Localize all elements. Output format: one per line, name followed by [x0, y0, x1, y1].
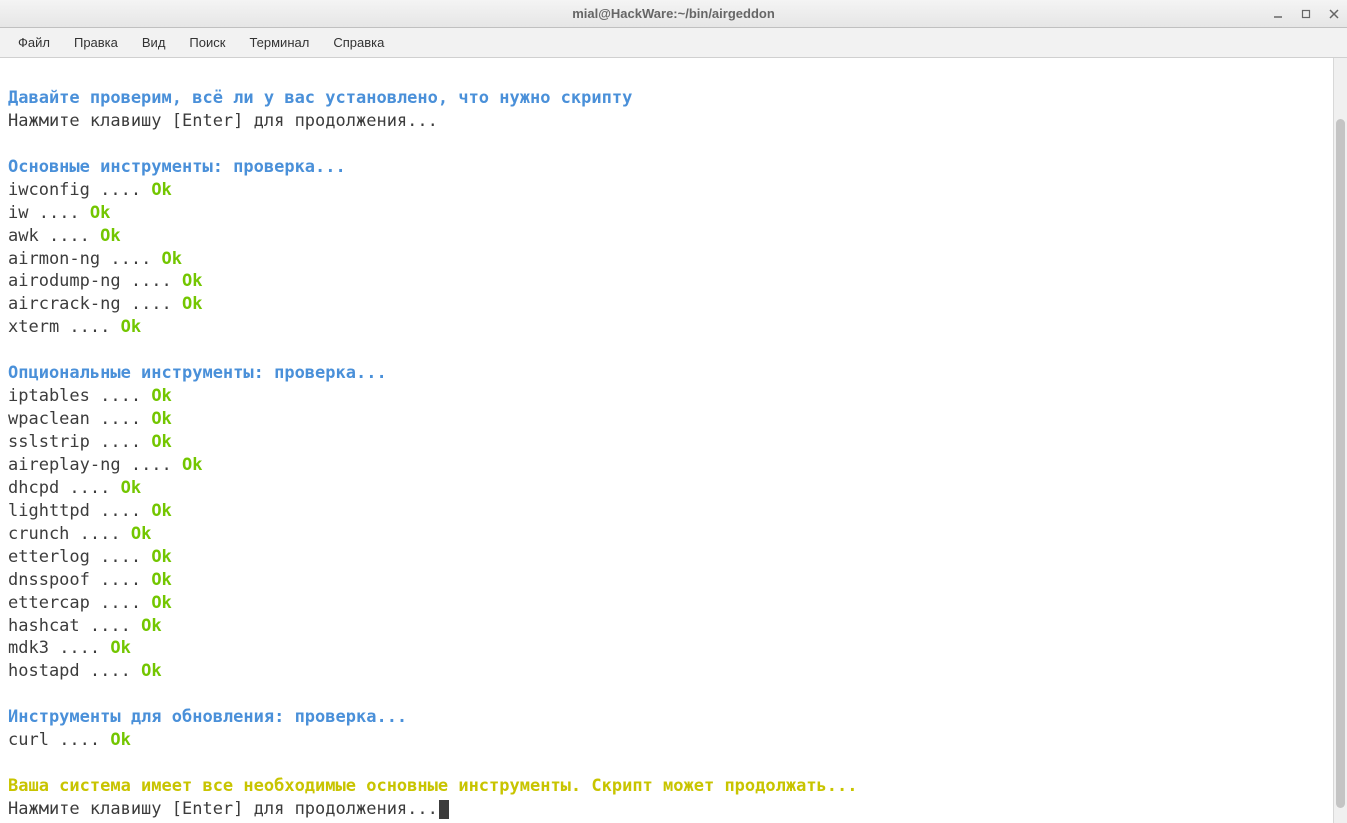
tool-name: lighttpd: [8, 501, 90, 521]
tool-name: hostapd: [8, 661, 80, 681]
terminal-line: Инструменты для обновления: проверка...: [8, 706, 1339, 729]
terminal-line: hashcat .... Ok: [8, 615, 1339, 638]
status-ok: Ok: [162, 249, 182, 269]
terminal-line: Нажмите клавишу [Enter] для продолжения.…: [8, 798, 1339, 821]
tool-name: iwconfig: [8, 180, 90, 200]
tool-name: aireplay-ng: [8, 455, 121, 475]
terminal-line: aireplay-ng .... Ok: [8, 454, 1339, 477]
terminal-output[interactable]: Давайте проверим, всё ли у вас установле…: [0, 58, 1347, 823]
tool-name: dhcpd: [8, 478, 59, 498]
window-controls: [1271, 0, 1341, 27]
terminal-line: hostapd .... Ok: [8, 660, 1339, 683]
window-titlebar: mial@HackWare:~/bin/airgeddon: [0, 0, 1347, 28]
status-ok: Ok: [100, 226, 120, 246]
menu-help[interactable]: Справка: [323, 31, 394, 54]
status-ok: Ok: [90, 203, 110, 223]
tool-name: xterm: [8, 317, 59, 337]
terminal-line: lighttpd .... Ok: [8, 500, 1339, 523]
menu-edit[interactable]: Правка: [64, 31, 128, 54]
tool-name: mdk3: [8, 638, 49, 658]
tool-name: sslstrip: [8, 432, 90, 452]
menu-file[interactable]: Файл: [8, 31, 60, 54]
terminal-line: aircrack-ng .... Ok: [8, 293, 1339, 316]
menu-search[interactable]: Поиск: [179, 31, 235, 54]
tool-name: iw: [8, 203, 28, 223]
tool-name: dnsspoof: [8, 570, 90, 590]
window-title: mial@HackWare:~/bin/airgeddon: [572, 6, 775, 21]
terminal-line: xterm .... Ok: [8, 316, 1339, 339]
status-ok: Ok: [151, 547, 171, 567]
terminal-line: crunch .... Ok: [8, 523, 1339, 546]
menu-terminal[interactable]: Терминал: [239, 31, 319, 54]
status-ok: Ok: [131, 524, 151, 544]
terminal-line: etterlog .... Ok: [8, 546, 1339, 569]
status-ok: Ok: [151, 180, 171, 200]
terminal-blank-line: [8, 683, 1339, 706]
status-ok: Ok: [151, 570, 171, 590]
terminal-line: ettercap .... Ok: [8, 592, 1339, 615]
tool-name: aircrack-ng: [8, 294, 121, 314]
terminal-line: Основные инструменты: проверка...: [8, 156, 1339, 179]
terminal-blank-line: [8, 752, 1339, 775]
terminal-blank-line: [8, 64, 1339, 87]
prompt-continue: Нажмите клавишу [Enter] для продолжения.…: [8, 799, 438, 819]
status-ok: Ok: [151, 432, 171, 452]
status-ok: Ok: [110, 730, 130, 750]
status-ok: Ok: [141, 616, 161, 636]
terminal-line: curl .... Ok: [8, 729, 1339, 752]
prompt-continue: Нажмите клавишу [Enter] для продолжения.…: [8, 111, 438, 131]
tool-name: hashcat: [8, 616, 80, 636]
scrollbar[interactable]: [1333, 58, 1347, 823]
status-ok: Ok: [182, 271, 202, 291]
terminal-line: Ваша система имеет все необходимые основ…: [8, 775, 1339, 798]
tool-name: crunch: [8, 524, 69, 544]
minimize-button[interactable]: [1271, 7, 1285, 21]
terminal-line: iptables .... Ok: [8, 385, 1339, 408]
status-ok: Ok: [182, 455, 202, 475]
tool-name: wpaclean: [8, 409, 90, 429]
terminal-cursor: [439, 800, 449, 819]
maximize-button[interactable]: [1299, 7, 1313, 21]
terminal-line: wpaclean .... Ok: [8, 408, 1339, 431]
header-update: Инструменты для обновления: проверка...: [8, 707, 407, 727]
header-success: Ваша система имеет все необходимые основ…: [8, 776, 858, 796]
terminal-line: iw .... Ok: [8, 202, 1339, 225]
terminal-line: airodump-ng .... Ok: [8, 270, 1339, 293]
tool-name: etterlog: [8, 547, 90, 567]
terminal-line: dnsspoof .... Ok: [8, 569, 1339, 592]
terminal-line: iwconfig .... Ok: [8, 179, 1339, 202]
status-ok: Ok: [141, 661, 161, 681]
status-ok: Ok: [182, 294, 202, 314]
menubar: Файл Правка Вид Поиск Терминал Справка: [0, 28, 1347, 58]
tool-name: airmon-ng: [8, 249, 100, 269]
tool-name: awk: [8, 226, 39, 246]
status-ok: Ok: [151, 501, 171, 521]
tool-name: iptables: [8, 386, 90, 406]
terminal-line: Опциональные инструменты: проверка...: [8, 362, 1339, 385]
terminal-blank-line: [8, 339, 1339, 362]
terminal-line: sslstrip .... Ok: [8, 431, 1339, 454]
header-essential: Основные инструменты: проверка...: [8, 157, 346, 177]
tool-name: curl: [8, 730, 49, 750]
status-ok: Ok: [121, 478, 141, 498]
terminal-line: mdk3 .... Ok: [8, 637, 1339, 660]
menu-view[interactable]: Вид: [132, 31, 176, 54]
terminal-line: dhcpd .... Ok: [8, 477, 1339, 500]
status-ok: Ok: [121, 317, 141, 337]
header-optional: Опциональные инструменты: проверка...: [8, 363, 387, 383]
terminal-line: Нажмите клавишу [Enter] для продолжения.…: [8, 110, 1339, 133]
close-button[interactable]: [1327, 7, 1341, 21]
tool-name: ettercap: [8, 593, 90, 613]
header-intro: Давайте проверим, всё ли у вас установле…: [8, 88, 632, 108]
status-ok: Ok: [151, 409, 171, 429]
scrollbar-thumb[interactable]: [1336, 119, 1345, 808]
tool-name: airodump-ng: [8, 271, 121, 291]
status-ok: Ok: [151, 386, 171, 406]
terminal-blank-line: [8, 133, 1339, 156]
status-ok: Ok: [110, 638, 130, 658]
terminal-line: airmon-ng .... Ok: [8, 248, 1339, 271]
terminal-line: awk .... Ok: [8, 225, 1339, 248]
status-ok: Ok: [151, 593, 171, 613]
terminal-line: Давайте проверим, всё ли у вас установле…: [8, 87, 1339, 110]
